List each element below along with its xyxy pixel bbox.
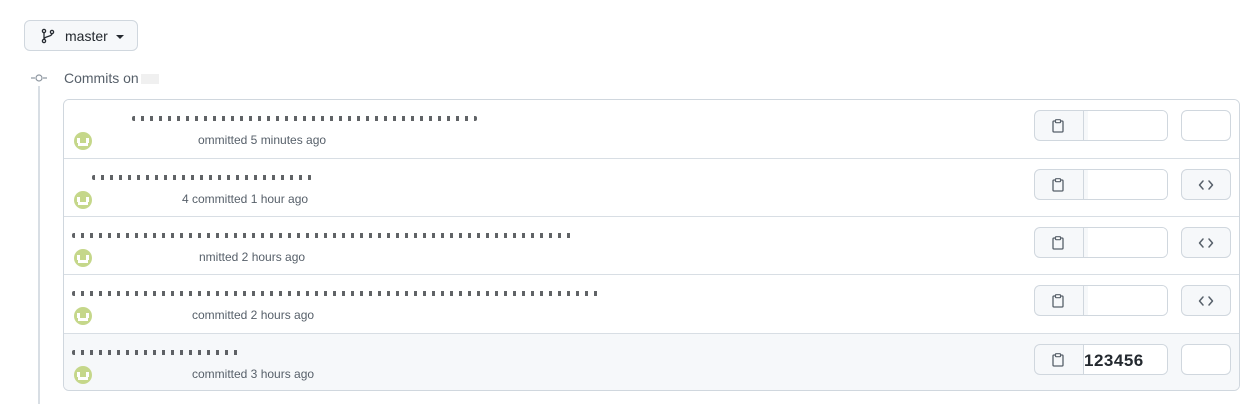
redacted-date (140, 74, 159, 85)
commit-actions: 123456 (1034, 344, 1168, 375)
commit-message-link[interactable] (72, 350, 242, 355)
browse-repo-button[interactable] (1181, 344, 1231, 375)
author-avatar[interactable] (74, 307, 92, 325)
redacted-author (120, 369, 190, 381)
code-icon (1198, 296, 1214, 306)
author-avatar[interactable] (74, 249, 92, 267)
clipboard-icon (1052, 294, 1064, 308)
redacted-sha (1088, 228, 1167, 257)
commit-actions (1034, 285, 1168, 316)
redacted-author (112, 310, 188, 322)
commit-sha: 123456 (1084, 351, 1144, 370)
author-avatar[interactable] (74, 191, 92, 209)
redacted-author (100, 135, 200, 147)
branch-name: master (65, 28, 108, 44)
caret-down-icon (116, 35, 124, 39)
browse-repo-button[interactable] (1181, 169, 1231, 200)
clipboard-icon (1052, 178, 1064, 192)
author-avatar[interactable] (74, 366, 92, 384)
commit-row[interactable]: committed 3 hours ago 123456 (64, 333, 1239, 390)
browse-repo-button[interactable] (1181, 285, 1231, 316)
commit-message-link[interactable] (92, 175, 312, 180)
redacted-sha (1088, 111, 1167, 140)
copy-sha-button[interactable] (1035, 228, 1084, 257)
commit-sha-link[interactable]: 123456 (1084, 345, 1167, 374)
author-avatar[interactable] (74, 132, 92, 150)
commit-meta: committed 3 hours ago (192, 367, 315, 381)
copy-sha-button[interactable] (1035, 345, 1084, 374)
commit-actions (1034, 169, 1168, 200)
commit-meta: 4 committed 1 hour ago (182, 192, 309, 206)
commit-row[interactable]: nmitted 2 hours ago (64, 216, 1239, 274)
commit-list: ommitted 5 minutes ago 4 committed 1 hou… (63, 99, 1240, 391)
commits-heading-label: Commits on (64, 70, 139, 86)
browse-repo-button[interactable] (1181, 227, 1231, 258)
commit-meta: ommitted 5 minutes ago (198, 133, 327, 147)
commit-message-link[interactable] (72, 291, 602, 296)
clipboard-icon (1052, 236, 1064, 250)
commit-meta: nmitted 2 hours ago (199, 250, 306, 264)
commit-message-link[interactable] (72, 233, 572, 238)
commit-sha-link[interactable] (1084, 170, 1167, 199)
commit-sha-link[interactable] (1084, 286, 1167, 315)
redacted-author (116, 194, 182, 206)
redacted-author (100, 252, 200, 264)
commits-date-heading: Commits on (64, 70, 159, 86)
redacted-sha (1088, 286, 1167, 315)
copy-sha-button[interactable] (1035, 111, 1084, 140)
branch-select-button[interactable]: master (24, 20, 138, 51)
clipboard-icon (1052, 353, 1064, 367)
code-icon (1198, 238, 1214, 248)
commit-row[interactable]: committed 2 hours ago (64, 274, 1239, 332)
git-branch-icon (41, 28, 55, 44)
git-commit-icon (31, 74, 47, 82)
commit-sha-link[interactable] (1084, 111, 1167, 140)
commit-meta: committed 2 hours ago (192, 308, 315, 322)
browse-repo-button[interactable] (1181, 110, 1231, 141)
redacted-sha (1088, 170, 1167, 199)
commit-row[interactable]: ommitted 5 minutes ago (64, 100, 1239, 158)
commit-actions (1034, 110, 1168, 141)
timeline-line (38, 86, 40, 404)
commit-message-link[interactable] (132, 116, 477, 121)
commit-actions (1034, 227, 1168, 258)
code-icon (1198, 180, 1214, 190)
commit-row[interactable]: 4 committed 1 hour ago (64, 158, 1239, 216)
commit-sha-link[interactable] (1084, 228, 1167, 257)
copy-sha-button[interactable] (1035, 286, 1084, 315)
copy-sha-button[interactable] (1035, 170, 1084, 199)
clipboard-icon (1052, 119, 1064, 133)
